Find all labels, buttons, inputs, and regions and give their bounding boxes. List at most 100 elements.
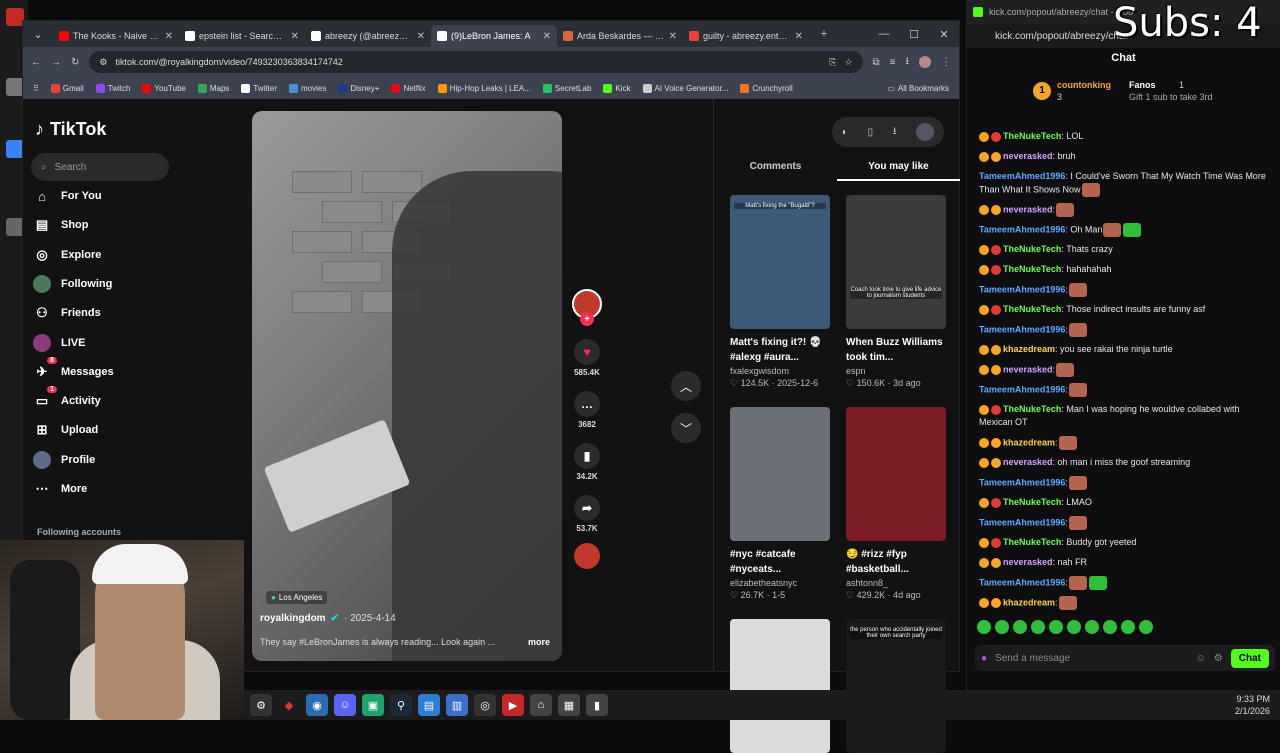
downloads-icon[interactable]: ⭳ — [906, 54, 910, 71]
video-thumbnail[interactable] — [846, 407, 946, 541]
chat-username[interactable]: TheNukeTech — [1003, 264, 1061, 274]
tab-close-icon[interactable]: ✕ — [417, 31, 425, 42]
suggested-video-card[interactable]: Matt's fixing the "Bugatti"? Matt's fixin… — [730, 195, 832, 389]
tab-close-icon[interactable]: ✕ — [795, 31, 803, 42]
chat-username[interactable]: TameemAhmed1996 — [979, 477, 1065, 487]
chat-username[interactable]: neverasked — [1003, 204, 1053, 214]
leader-user-2[interactable]: Fanos — [1129, 80, 1156, 90]
maximize-icon[interactable]: ☐ — [899, 28, 929, 41]
bookmark-item[interactable]: Crunchyroll — [740, 83, 793, 93]
author-name[interactable]: royalkingdom — [260, 613, 326, 624]
emote-icon[interactable] — [1013, 620, 1027, 634]
app-icon[interactable]: ⌂ — [530, 694, 552, 716]
chat-send-button[interactable]: Chat — [1230, 648, 1269, 668]
media-icon[interactable]: ≡ — [890, 57, 896, 68]
chat-username[interactable]: TameemAhmed1996 — [979, 384, 1065, 394]
notepad-icon[interactable]: ▥ — [446, 694, 468, 716]
forward-icon[interactable]: → — [51, 57, 61, 68]
music-disc[interactable] — [567, 543, 607, 572]
steam-icon[interactable]: ⚲ — [390, 694, 412, 716]
tab-comments[interactable]: Comments — [714, 157, 837, 181]
bookmark-item[interactable]: SecretLab — [542, 83, 591, 93]
system-clock[interactable]: 9:33 PM 2/1/2026 — [1235, 693, 1270, 717]
bookmark-item[interactable]: Twitter — [241, 83, 277, 93]
sidebar-item-for-you[interactable]: ⌂ For You — [33, 187, 101, 205]
tab-list-chevron-icon[interactable]: ⌄ — [23, 28, 53, 41]
video-thumbnail[interactable] — [730, 619, 830, 753]
install-icon[interactable]: ⎘ — [829, 57, 836, 68]
download-icon[interactable]: ⭳ — [893, 124, 897, 141]
tab-you-may-like[interactable]: You may like — [837, 157, 960, 181]
browser-tab[interactable]: epstein list - Search / X ✕ — [179, 25, 305, 47]
bookmark-item[interactable]: YouTube — [142, 83, 186, 93]
chat-username[interactable]: TameemAhmed1996 — [979, 577, 1065, 587]
suggested-video-card[interactable]: the person who accidentally joined their… — [846, 619, 948, 753]
sidebar-item-upload[interactable]: ⊞ Upload — [33, 421, 99, 439]
explorer-icon[interactable]: ▤ — [418, 694, 440, 716]
browser-tab[interactable]: guilty - abreezy.ent@g ✕ — [683, 25, 809, 47]
app-icon[interactable]: ▦ — [558, 694, 580, 716]
emote-icon[interactable] — [1067, 620, 1081, 634]
bookmark-item[interactable]: Kick — [603, 83, 631, 93]
tab-close-icon[interactable]: ✕ — [669, 31, 677, 42]
chat-username[interactable]: TameemAhmed1996 — [979, 171, 1065, 181]
app-icon[interactable]: ▶ — [502, 694, 524, 716]
like-button[interactable]: ♥ 585.4K — [567, 339, 607, 377]
sidebar-item-messages[interactable]: ✈ 8 Messages — [33, 356, 114, 381]
bookmark-item[interactable]: Netflix — [391, 83, 426, 93]
obs-icon[interactable]: ◎ — [474, 694, 496, 716]
app-icon[interactable]: ▣ — [362, 694, 384, 716]
video-thumbnail[interactable]: the person who accidentally joined their… — [846, 619, 946, 753]
gift-sub-prompt[interactable]: Gift 1 sub to take 3rd — [1129, 92, 1213, 102]
emote-icon[interactable] — [1049, 620, 1063, 634]
next-video-chevron-down-icon[interactable]: ﹀ — [671, 413, 701, 443]
discord-icon[interactable]: ☺ — [334, 694, 356, 716]
tab-close-icon[interactable]: ✕ — [543, 31, 551, 42]
emote-icon[interactable] — [995, 620, 1009, 634]
settings-app-icon[interactable]: ⚙ — [250, 694, 272, 716]
suggested-video-card[interactable]: Coach took time to give life advice to j… — [846, 195, 948, 389]
sidebar-item-following[interactable]: Following — [33, 274, 112, 293]
sidebar-item-friends[interactable]: ⚇ Friends — [33, 304, 101, 322]
emote-icon[interactable] — [1139, 620, 1153, 634]
comment-button[interactable]: … 3682 — [567, 391, 607, 429]
autoplay-icon[interactable]: ◐ — [842, 127, 848, 138]
suggested-video-card[interactable]: #nyc #catcafe #nyceats... elizabetheatsny… — [730, 407, 832, 601]
mic-icon[interactable]: ● — [981, 653, 987, 664]
app-icon[interactable]: ▮ — [586, 694, 608, 716]
close-window-icon[interactable]: ✕ — [929, 28, 959, 41]
emote-icon[interactable] — [1031, 620, 1045, 634]
chat-username[interactable]: neverasked — [1003, 151, 1053, 161]
suggested-video-card[interactable]: 😏 #rizz #fyp #basketball... ashtonn8_ ♡ 42… — [846, 407, 948, 601]
creator-avatar[interactable]: + — [567, 289, 607, 329]
location-tag[interactable]: ● Los Angeles — [266, 591, 328, 604]
browser-tab[interactable]: abreezy (@abreezy) | T ✕ — [305, 25, 431, 47]
bookmark-item[interactable]: Maps — [197, 83, 229, 93]
chat-username[interactable]: TameemAhmed1996 — [979, 324, 1065, 334]
all-bookmarks[interactable]: ▭ All Bookmarks — [887, 84, 949, 93]
new-tab-icon[interactable]: + — [809, 28, 839, 40]
phone-icon[interactable]: ▯ — [868, 127, 874, 138]
emote-icon[interactable] — [1085, 620, 1099, 634]
suggested-video-card[interactable] — [730, 619, 832, 753]
browser-tab[interactable]: Arda Beskardes — JM ✕ — [557, 25, 683, 47]
apps-icon[interactable]: ⠿ — [33, 84, 39, 93]
share-button[interactable]: ➦ 53.7K — [567, 495, 607, 533]
leader-user-1[interactable]: countonking — [1057, 80, 1111, 90]
chat-username[interactable]: khazedream — [1003, 597, 1055, 607]
card-author[interactable]: fxalexgwisdom — [730, 366, 832, 376]
site-info-icon[interactable]: ⚙ — [99, 57, 107, 68]
extensions-icon[interactable]: ⧉ — [873, 57, 880, 68]
browser-tab[interactable]: The Kooks - Naive - Yo ✕ — [53, 25, 179, 47]
bookmark-item[interactable]: Hip-Hop Leaks | LEA... — [437, 83, 531, 93]
chat-username[interactable]: TameemAhmed1996 — [979, 224, 1065, 234]
sidebar-item-live[interactable]: LIVE — [33, 333, 85, 352]
chrome-icon[interactable]: ◉ — [306, 694, 328, 716]
video-author[interactable]: royalkingdom ✔ · 2025-4-14 — [260, 613, 396, 624]
sidebar-item-explore[interactable]: ◎ Explore — [33, 246, 101, 264]
search-input[interactable]: ⌕ Search — [31, 153, 169, 181]
bookmark-item[interactable]: movies — [288, 83, 326, 93]
url-bar[interactable]: ⚙ tiktok.com/@royalkingdom/video/7493230… — [89, 51, 863, 73]
emote-icon[interactable] — [977, 620, 991, 634]
browser-tab[interactable]: (9)LeBron James: A ✕ — [431, 25, 557, 47]
